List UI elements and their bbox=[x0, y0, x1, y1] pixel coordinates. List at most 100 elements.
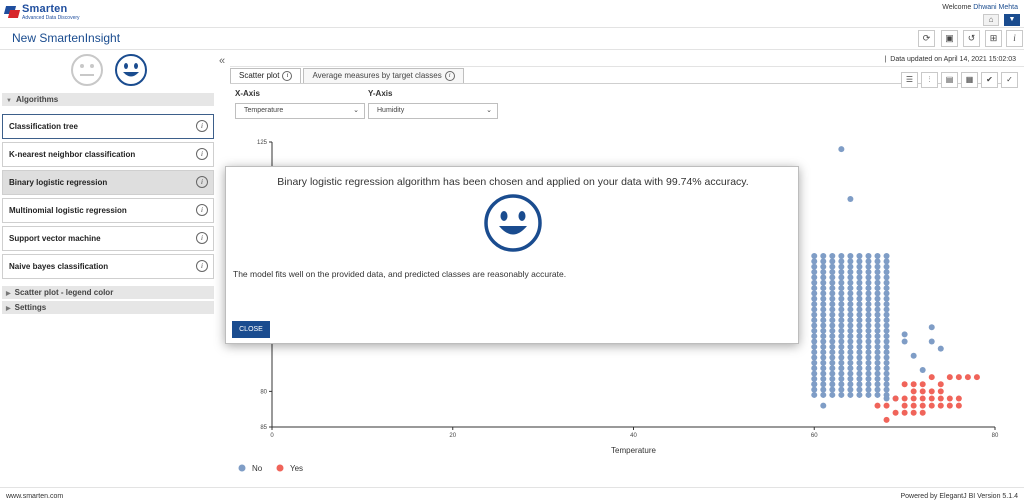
yes-point bbox=[901, 409, 908, 416]
no-point bbox=[838, 354, 845, 361]
yes-point bbox=[937, 402, 944, 409]
status-bar: | Data updated on April 14, 2021 15:02:0… bbox=[230, 55, 1024, 67]
no-point bbox=[874, 290, 881, 297]
no-point bbox=[856, 295, 863, 302]
no-point bbox=[883, 386, 890, 393]
no-point bbox=[829, 301, 836, 308]
no-point bbox=[811, 386, 818, 393]
logo-subtitle: Advanced Data Discovery bbox=[22, 15, 80, 21]
tab-average-measures[interactable]: Average measures by target classes i bbox=[303, 68, 464, 83]
double-check-button[interactable]: ✔ bbox=[981, 72, 998, 88]
collapse-sidebar-icon[interactable]: « bbox=[219, 55, 225, 67]
no-point bbox=[847, 306, 854, 313]
x-tick-label: 80 bbox=[992, 433, 999, 439]
algorithm-multinomial-logistic-regression[interactable]: Multinomial logistic regression i bbox=[2, 198, 214, 223]
info-icon[interactable]: i bbox=[196, 260, 208, 272]
yes-point bbox=[928, 402, 935, 409]
caret-right-icon: ▶ bbox=[6, 291, 11, 297]
algorithm-naive-bayes[interactable]: Naive bayes classification i bbox=[2, 254, 214, 279]
no-point bbox=[847, 269, 854, 276]
no-point bbox=[874, 354, 881, 361]
no-point bbox=[811, 322, 818, 329]
no-point bbox=[865, 295, 872, 302]
no-point bbox=[820, 365, 827, 372]
no-point bbox=[829, 263, 836, 270]
grid-view-button[interactable]: ▦ bbox=[961, 72, 978, 88]
algorithm-label: Naive bayes classification bbox=[9, 262, 109, 271]
no-point bbox=[829, 285, 836, 292]
no-point bbox=[883, 258, 890, 265]
info-icon[interactable]: i bbox=[196, 148, 208, 160]
no-point bbox=[820, 258, 827, 265]
no-point bbox=[847, 290, 854, 297]
no-point bbox=[883, 349, 890, 356]
no-point bbox=[829, 311, 836, 318]
info-icon[interactable]: i bbox=[282, 71, 293, 81]
refresh-button[interactable]: ⟳ bbox=[918, 30, 935, 47]
x-axis-title: Temperature bbox=[611, 446, 656, 455]
tab-scatter-plot[interactable]: Scatter plot i bbox=[230, 68, 302, 83]
y-axis-select[interactable]: Humidity ⌄ bbox=[368, 103, 498, 119]
no-point bbox=[847, 263, 854, 270]
save-button[interactable]: ▣ bbox=[941, 30, 958, 47]
user-menu-dropdown-button[interactable]: ▼ bbox=[1004, 14, 1020, 26]
algorithm-svm[interactable]: Support vector machine i bbox=[2, 226, 214, 251]
table-icon: ▤ bbox=[945, 75, 954, 84]
smarten-logo-icon bbox=[3, 4, 21, 20]
no-point bbox=[874, 258, 881, 265]
no-point bbox=[865, 285, 872, 292]
no-point bbox=[856, 343, 863, 350]
happy-face-icon[interactable] bbox=[114, 53, 148, 87]
table-view-button[interactable]: ▤ bbox=[941, 72, 958, 88]
algorithm-knn[interactable]: K-nearest neighbor classification i bbox=[2, 142, 214, 167]
info-icon[interactable]: i bbox=[196, 232, 208, 244]
info-icon[interactable]: i bbox=[196, 120, 208, 132]
list-view-button[interactable]: ☰ bbox=[901, 72, 918, 88]
no-point bbox=[865, 327, 872, 334]
no-point bbox=[838, 285, 845, 292]
no-point bbox=[820, 375, 827, 382]
algorithms-section-header[interactable]: ▼ Algorithms bbox=[2, 93, 214, 106]
home-button[interactable]: ⌂ bbox=[983, 14, 999, 26]
close-button[interactable]: CLOSE bbox=[232, 321, 270, 338]
no-point bbox=[865, 322, 872, 329]
apply-button[interactable]: ✓ bbox=[1001, 72, 1018, 88]
algorithm-classification-tree[interactable]: Classification tree i bbox=[2, 114, 214, 139]
scatter-legend-section-header[interactable]: ▶ Scatter plot - legend color bbox=[2, 286, 214, 299]
info-button[interactable]: i bbox=[1006, 30, 1023, 47]
column-chooser-button[interactable]: ⫶ bbox=[921, 72, 938, 88]
x-axis-selector-label: X-Axis bbox=[235, 89, 260, 98]
no-point bbox=[811, 263, 818, 270]
yes-point bbox=[937, 381, 944, 388]
no-point bbox=[874, 386, 881, 393]
no-point bbox=[829, 306, 836, 313]
footer-website-link[interactable]: www.smarten.com bbox=[6, 493, 63, 500]
welcome-text: Welcome Dhwani Mehta bbox=[942, 4, 1018, 11]
settings-section-header[interactable]: ▶ Settings bbox=[2, 301, 214, 314]
info-icon[interactable]: i bbox=[196, 204, 208, 216]
info-icon[interactable]: i bbox=[444, 71, 455, 81]
view-toggle-button[interactable]: ⊞ bbox=[985, 30, 1002, 47]
no-point bbox=[838, 290, 845, 297]
user-name-link[interactable]: Dhwani Mehta bbox=[973, 4, 1018, 11]
no-point bbox=[883, 375, 890, 382]
smarten-logo[interactable]: Smarten Advanced Data Discovery bbox=[3, 4, 80, 21]
no-point bbox=[865, 381, 872, 388]
caret-right-icon: ▶ bbox=[6, 306, 11, 312]
no-point bbox=[820, 311, 827, 318]
no-point bbox=[829, 375, 836, 382]
x-tick-label: 0 bbox=[270, 433, 274, 439]
no-point bbox=[856, 391, 863, 398]
no-point bbox=[865, 311, 872, 318]
no-point bbox=[811, 391, 818, 398]
no-point bbox=[883, 285, 890, 292]
x-axis-select[interactable]: Temperature ⌄ bbox=[235, 103, 365, 119]
reset-button[interactable]: ↺ bbox=[963, 30, 980, 47]
info-icon: i bbox=[1013, 33, 1016, 43]
algorithm-binary-logistic-regression[interactable]: Binary logistic regression i bbox=[2, 170, 214, 195]
no-point bbox=[865, 343, 872, 350]
no-point bbox=[820, 274, 827, 281]
neutral-face-icon[interactable] bbox=[70, 53, 104, 87]
info-icon[interactable]: i bbox=[196, 176, 208, 188]
no-point bbox=[856, 338, 863, 345]
